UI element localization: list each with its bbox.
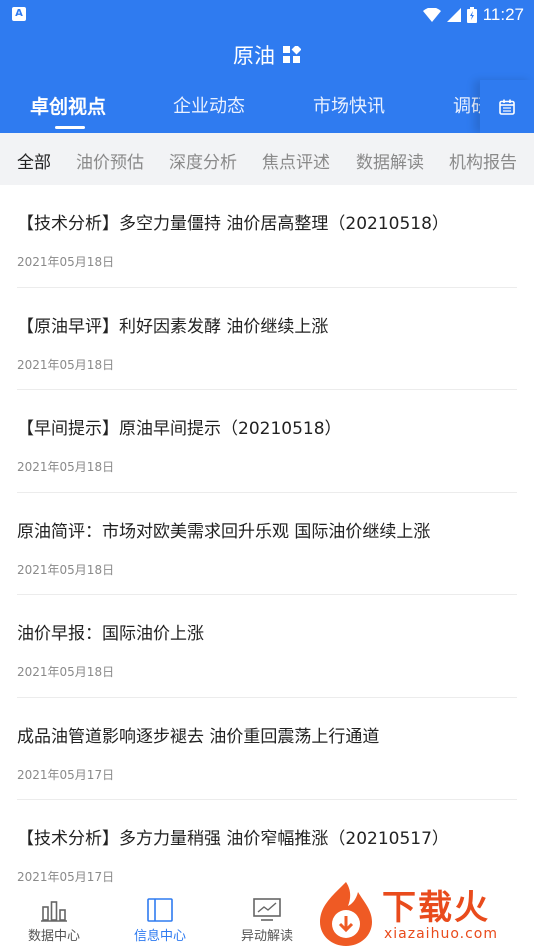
subtab-all[interactable]: 全部 bbox=[17, 148, 51, 173]
page-title-text: 原油 bbox=[233, 44, 275, 68]
nav-anomaly-interpretation[interactable]: 异动解读 bbox=[227, 886, 307, 950]
list-item[interactable]: 【早间提示】原油早间提示（20210518） 2021年05月18日 bbox=[17, 390, 517, 493]
list-item[interactable]: 【原油早评】利好因素发酵 油价继续上涨 2021年05月18日 bbox=[17, 288, 517, 390]
tab-market-flash[interactable]: 市场快讯 bbox=[313, 92, 385, 132]
wifi-icon bbox=[422, 8, 441, 22]
article-date: 2021年05月18日 bbox=[17, 255, 115, 269]
tab-research[interactable]: 调研 bbox=[453, 92, 480, 132]
article-date: 2021年05月18日 bbox=[17, 665, 115, 679]
page-title[interactable]: 原油 bbox=[0, 40, 534, 70]
tablet-icon bbox=[147, 898, 173, 922]
subtab-institution-report[interactable]: 机构报告 bbox=[449, 148, 517, 173]
article-title: 【早间提示】原油早间提示（20210518） bbox=[17, 419, 342, 439]
nav-label: 数据中心 bbox=[27, 929, 80, 944]
clock: 11:27 bbox=[482, 5, 524, 24]
article-date: 2021年05月18日 bbox=[17, 460, 115, 474]
list-item[interactable]: 【技术分析】多空力量僵持 油价居高整理（20210518） 2021年05月18… bbox=[17, 185, 517, 288]
status-bar: A 11:27 bbox=[0, 0, 534, 30]
list-item[interactable]: 原油简评：市场对欧美需求回升乐观 国际油价继续上涨 2021年05月18日 bbox=[17, 493, 517, 595]
nav-data-center[interactable]: 数据中心 bbox=[14, 886, 94, 950]
article-date: 2021年05月18日 bbox=[17, 357, 115, 372]
list-item[interactable]: 油价早报：国际油价上涨 2021年05月18日 bbox=[17, 595, 517, 698]
article-title: 原油简评：市场对欧美需求回升乐观 国际油价继续上涨 bbox=[17, 521, 431, 542]
article-date: 2021年05月17日 bbox=[17, 767, 115, 782]
article-list: 【技术分析】多空力量僵持 油价居高整理（20210518） 2021年05月18… bbox=[0, 185, 534, 903]
flame-logo-icon bbox=[320, 882, 372, 946]
app-header: 原油 卓创视点 企业动态 市场快讯 调研 bbox=[0, 30, 534, 133]
watermark-text: 下载火 bbox=[382, 888, 490, 928]
battery-icon bbox=[466, 7, 477, 23]
article-title: 油价早报：国际油价上涨 bbox=[17, 624, 204, 644]
subtab-price-forecast[interactable]: 油价预估 bbox=[76, 148, 144, 173]
article-title: 【原油早评】利好因素发酵 油价继续上涨 bbox=[17, 316, 329, 337]
monitor-chart-icon bbox=[253, 898, 281, 921]
article-date: 2021年05月18日 bbox=[17, 562, 115, 577]
tab-enterprise-news[interactable]: 企业动态 bbox=[173, 92, 245, 132]
grid-icon[interactable] bbox=[283, 46, 301, 64]
article-title: 【技术分析】多方力量稍强 油价窄幅推涨（20210517） bbox=[17, 829, 449, 849]
subtab-data-interpretation[interactable]: 数据解读 bbox=[356, 148, 424, 173]
subcategory-tabs: 全部 油价预估 深度分析 焦点评述 数据解读 机构报告 bbox=[0, 133, 534, 185]
calendar-button[interactable] bbox=[480, 80, 534, 133]
nav-label: 信息中心 bbox=[133, 929, 186, 944]
list-item[interactable]: 成品油管道影响逐步褪去 油价重回震荡上行通道 2021年05月17日 bbox=[17, 698, 517, 800]
active-tab-indicator bbox=[55, 126, 85, 129]
article-title: 【技术分析】多空力量僵持 油价居高整理（20210518） bbox=[17, 214, 449, 234]
subtab-focus-review[interactable]: 焦点评述 bbox=[262, 148, 330, 173]
watermark-logo: 下载火 xiazaihuo.com bbox=[312, 878, 534, 950]
status-icons: 11:27 bbox=[422, 0, 524, 30]
bar-chart-icon bbox=[41, 901, 67, 922]
nav-info-center[interactable]: 信息中心 bbox=[120, 886, 200, 950]
subtab-deep-analysis[interactable]: 深度分析 bbox=[169, 148, 237, 173]
notification-icon: A bbox=[12, 7, 26, 21]
nav-label: 异动解读 bbox=[240, 929, 293, 944]
watermark-url: xiazaihuo.com bbox=[384, 926, 498, 942]
article-date: 2021年05月17日 bbox=[17, 870, 115, 884]
calendar-icon bbox=[499, 99, 515, 115]
signal-icon bbox=[446, 8, 461, 22]
article-title: 成品油管道影响逐步褪去 油价重回震荡上行通道 bbox=[17, 726, 380, 747]
